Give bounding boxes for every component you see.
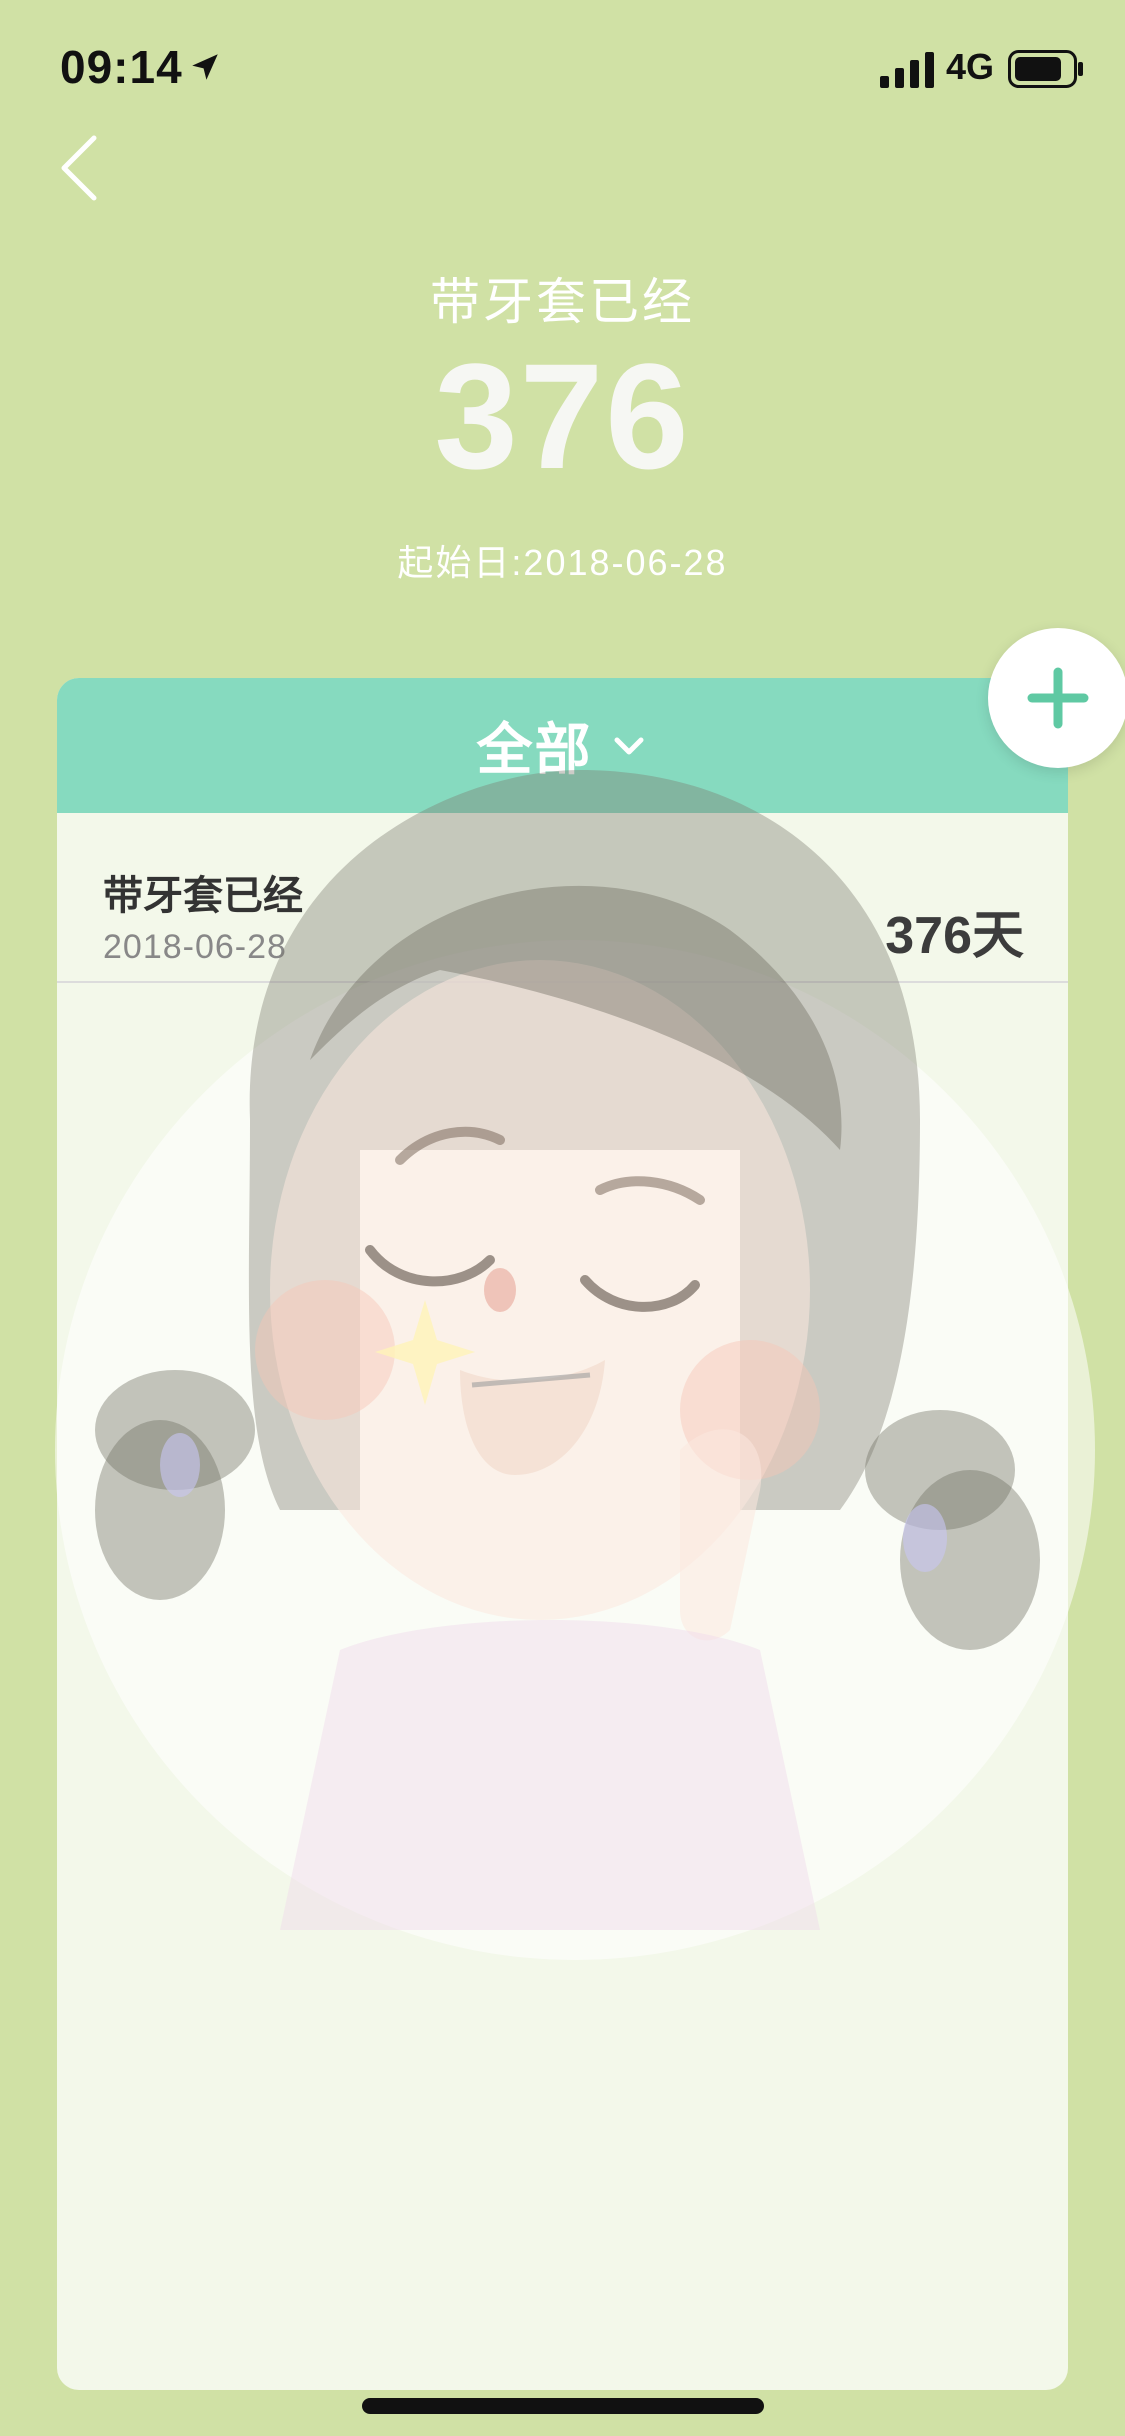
chevron-down-icon (614, 737, 643, 754)
item-date: 2018-06-28 (103, 928, 287, 966)
card-header: 全部 (57, 678, 1068, 813)
status-bar: 09:14 4G (0, 0, 1125, 130)
back-button[interactable] (50, 128, 110, 208)
start-date: 起始日:2018-06-28 (397, 542, 728, 583)
item-days: 376天 (885, 907, 1024, 965)
counter-value: 376 (434, 332, 691, 500)
filter-label: 全部 (476, 718, 593, 781)
list-item[interactable]: 带牙套已经 2018-06-28 376天 (57, 813, 1068, 983)
item-title: 带牙套已经 (103, 874, 303, 918)
signal-icon (880, 52, 934, 88)
status-time: 09:14 (60, 41, 183, 93)
battery-icon (1008, 50, 1083, 88)
add-button[interactable] (988, 628, 1125, 768)
network-label: 4G (946, 46, 995, 87)
location-arrow-icon (192, 54, 218, 80)
filter-dropdown[interactable]: 全部 (57, 678, 1068, 813)
events-card: 全部 带牙套已经 2018-06-28 376天 (57, 678, 1068, 2390)
plus-icon (1027, 667, 1089, 729)
home-indicator[interactable] (362, 2398, 764, 2414)
counter-title: 带牙套已经 (430, 274, 695, 330)
